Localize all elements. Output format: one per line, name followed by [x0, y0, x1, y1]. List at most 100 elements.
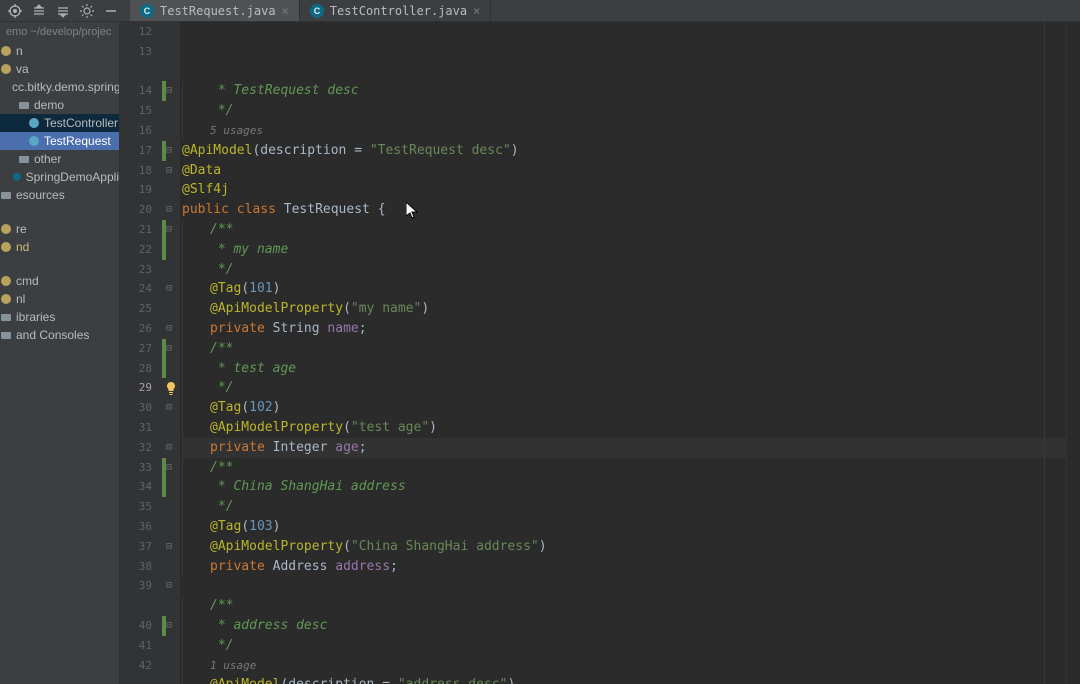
code-line[interactable]: private Integer age; — [182, 438, 1066, 458]
tree-item[interactable]: other — [0, 150, 119, 168]
pkg-icon — [0, 223, 12, 235]
usage-hint[interactable]: 1 usage — [182, 656, 1066, 676]
fold-icon[interactable]: ⊟ — [166, 166, 176, 176]
folder-icon — [18, 99, 30, 111]
close-icon[interactable]: × — [282, 4, 289, 18]
breadcrumb: emo ~/develop/projec — [0, 22, 119, 42]
code-line[interactable]: * TestRequest desc — [182, 81, 1066, 101]
tree-item[interactable]: va — [0, 60, 119, 78]
vertical-scrollbar[interactable] — [1066, 22, 1080, 684]
tree-item[interactable]: cmd — [0, 272, 119, 290]
folder-icon — [18, 153, 30, 165]
editor-tab[interactable]: CTestController.java× — [300, 0, 492, 21]
code-line[interactable]: @Data — [182, 161, 1066, 181]
tree-item[interactable]: cc.bitky.demo.spring — [0, 78, 119, 96]
code-line[interactable]: /** — [182, 596, 1066, 616]
tree-item-label: TestController — [44, 116, 118, 130]
tree-item[interactable]: SpringDemoAppli — [0, 168, 119, 186]
code-line[interactable]: * test age — [182, 359, 1066, 379]
tree-item-label: cmd — [16, 274, 39, 288]
fold-icon[interactable]: ⊟ — [166, 621, 176, 631]
code-line[interactable]: @ApiModelProperty("test age") — [182, 418, 1066, 438]
minimize-icon[interactable] — [104, 4, 118, 18]
code-line[interactable]: /** — [182, 339, 1066, 359]
code-area[interactable]: * TestRequest desc */5 usages@ApiModel(d… — [180, 22, 1066, 684]
folder-icon — [0, 189, 12, 201]
fold-icon[interactable]: ⊟ — [166, 284, 176, 294]
fold-icon[interactable]: ⊟ — [166, 344, 176, 354]
vcs-change-marker — [162, 141, 166, 161]
code-line[interactable]: @Tag(103) — [182, 517, 1066, 537]
vcs-change-marker — [162, 339, 166, 379]
code-line[interactable]: @ApiModel(description = "address desc") — [182, 675, 1066, 684]
pkg-icon — [0, 275, 12, 287]
fold-icon[interactable]: ⊟ — [166, 463, 176, 473]
gear-icon[interactable] — [80, 4, 94, 18]
tree-item — [0, 256, 119, 272]
code-line[interactable]: private String name; — [182, 319, 1066, 339]
tree-item-label: esources — [16, 188, 65, 202]
code-line[interactable]: */ — [182, 497, 1066, 517]
fold-icon[interactable]: ⊟ — [166, 542, 176, 552]
code-line[interactable]: */ — [182, 378, 1066, 398]
fold-icon[interactable]: ⊟ — [166, 205, 176, 215]
class-icon — [12, 171, 22, 183]
code-line[interactable]: @Tag(101) — [182, 279, 1066, 299]
collapse-all-icon[interactable] — [56, 4, 70, 18]
code-line[interactable]: @Tag(102) — [182, 398, 1066, 418]
code-line[interactable]: * my name — [182, 240, 1066, 260]
code-line[interactable]: /** — [182, 220, 1066, 240]
editor-tabs: CTestRequest.java×CTestController.java× — [130, 0, 491, 21]
tree-item-label: re — [16, 222, 27, 236]
tree-item[interactable]: ibraries — [0, 308, 119, 326]
intention-bulb-icon[interactable] — [164, 381, 178, 395]
fold-icon[interactable]: ⊟ — [166, 225, 176, 235]
fold-icon[interactable]: ⊟ — [166, 146, 176, 156]
tree-item-label: ibraries — [16, 310, 55, 324]
folder-icon — [0, 311, 12, 323]
close-icon[interactable]: × — [473, 4, 480, 18]
expand-all-icon[interactable] — [32, 4, 46, 18]
editor[interactable]: 1213141516171819202122232425262728293031… — [120, 22, 1080, 684]
tree-item-label: n — [16, 44, 23, 58]
code-line[interactable]: * China ShangHai address — [182, 477, 1066, 497]
code-line[interactable]: @ApiModelProperty("China ShangHai addres… — [182, 537, 1066, 557]
code-line[interactable] — [182, 576, 1066, 596]
code-line[interactable]: * address desc — [182, 616, 1066, 636]
code-line[interactable]: private Address address; — [182, 557, 1066, 577]
fold-icon[interactable]: ⊟ — [166, 324, 176, 334]
tree-item[interactable]: and Consoles — [0, 326, 119, 344]
tab-bar: CTestRequest.java×CTestController.java× — [0, 0, 1080, 22]
tree-item[interactable]: demo — [0, 96, 119, 114]
code-line[interactable]: */ — [182, 260, 1066, 280]
usage-hint[interactable]: 5 usages — [182, 121, 1066, 141]
project-tree[interactable]: emo ~/develop/projec n va cc.bitky.demo.sp… — [0, 22, 120, 684]
fold-icon[interactable]: ⊟ — [166, 443, 176, 453]
tree-item[interactable]: TestRequest — [0, 132, 119, 150]
tree-item[interactable]: nl — [0, 290, 119, 308]
tree-item-label: cc.bitky.demo.spring — [12, 80, 120, 94]
tree-item[interactable]: n — [0, 42, 119, 60]
class-icon — [28, 117, 40, 129]
tree-item[interactable]: esources — [0, 186, 119, 204]
code-line[interactable]: @ApiModel(description = "TestRequest des… — [182, 141, 1066, 161]
code-line[interactable]: @ApiModelProperty("my name") — [182, 299, 1066, 319]
editor-tab[interactable]: CTestRequest.java× — [130, 0, 300, 21]
toolbar — [0, 0, 126, 21]
code-line[interactable]: /** — [182, 458, 1066, 478]
code-line[interactable]: */ — [182, 101, 1066, 121]
tree-item[interactable]: TestController — [0, 114, 119, 132]
fold-icon[interactable]: ⊟ — [166, 403, 176, 413]
tree-item[interactable]: re — [0, 220, 119, 238]
vcs-change-marker — [162, 220, 166, 260]
tree-item-label: and Consoles — [16, 328, 89, 342]
class-icon — [28, 135, 40, 147]
tree-item[interactable]: nd — [0, 238, 119, 256]
fold-icon[interactable]: ⊟ — [166, 86, 176, 96]
fold-icon[interactable]: ⊟ — [166, 581, 176, 591]
code-line[interactable]: */ — [182, 636, 1066, 656]
line-number-gutter: 1213141516171819202122232425262728293031… — [120, 22, 162, 684]
locate-icon[interactable] — [8, 4, 22, 18]
code-line[interactable]: @Slf4j — [182, 180, 1066, 200]
code-line[interactable]: public class TestRequest { — [182, 200, 1066, 220]
